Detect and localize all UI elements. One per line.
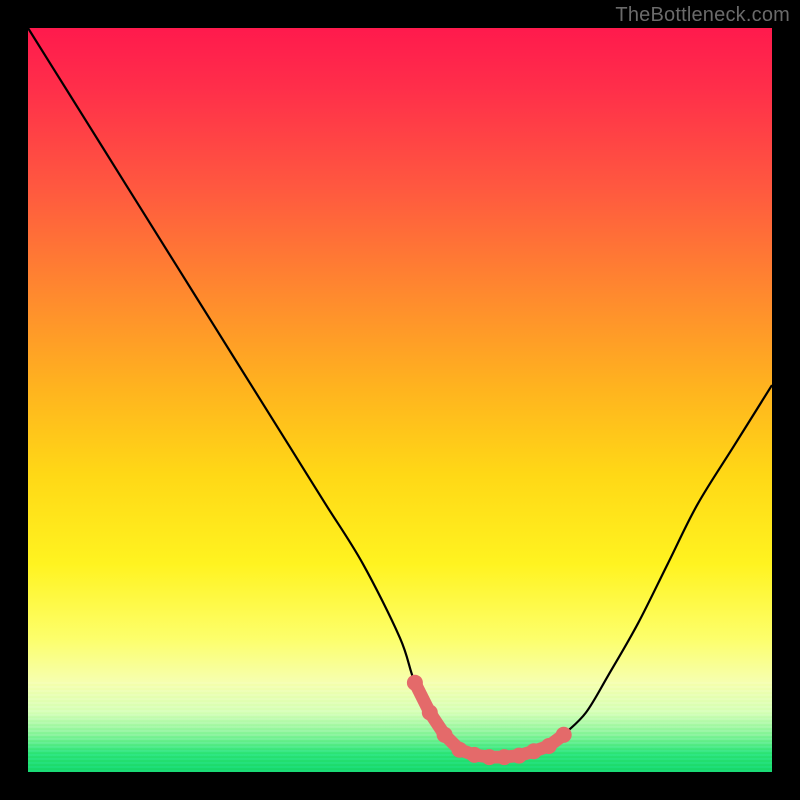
gradient-bands [28,682,772,772]
chart-frame: TheBottleneck.com [0,0,800,800]
watermark-text: TheBottleneck.com [615,4,790,27]
plot-area [28,28,772,772]
